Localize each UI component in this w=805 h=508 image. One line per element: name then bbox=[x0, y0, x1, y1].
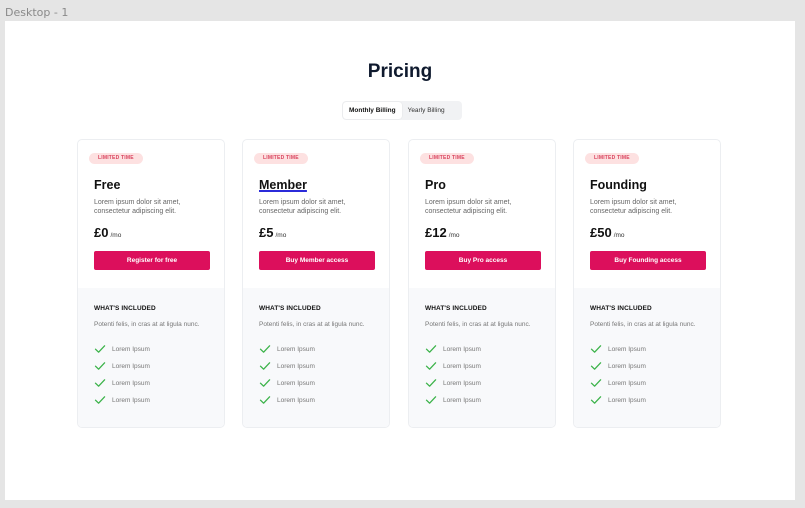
plan-description: Lorem ipsum dolor sit amet, consectetur … bbox=[259, 199, 346, 215]
plan-card-founding: LIMITED TIME Founding Lorem ipsum dolor … bbox=[573, 139, 721, 428]
billing-toggle: Monthly Billing Yearly Billing bbox=[342, 101, 462, 120]
feature-item: Lorem Ipsum bbox=[94, 343, 150, 355]
check-icon bbox=[590, 379, 602, 387]
included-title: WHAT'S INCLUDED bbox=[425, 305, 487, 312]
plan-description: Lorem ipsum dolor sit amet, consectetur … bbox=[94, 199, 181, 215]
plan-card-pro: LIMITED TIME Pro Lorem ipsum dolor sit a… bbox=[408, 139, 556, 428]
price-amount: £50 bbox=[590, 225, 612, 240]
feature-label: Lorem Ipsum bbox=[608, 396, 646, 404]
check-icon bbox=[94, 396, 106, 404]
check-icon bbox=[425, 345, 437, 353]
limited-time-badge: LIMITED TIME bbox=[89, 153, 143, 164]
plan-name: Founding bbox=[590, 178, 647, 192]
feature-label: Lorem Ipsum bbox=[443, 362, 481, 370]
included-section: WHAT'S INCLUDED Potenti felis, in cras a… bbox=[243, 288, 389, 427]
plan-name: Pro bbox=[425, 178, 446, 192]
page-title: Pricing bbox=[367, 61, 433, 82]
check-icon bbox=[259, 396, 271, 404]
feature-item: Lorem Ipsum bbox=[425, 360, 481, 372]
feature-item: Lorem Ipsum bbox=[259, 394, 315, 406]
price-amount: £5 bbox=[259, 225, 274, 240]
feature-label: Lorem Ipsum bbox=[112, 362, 150, 370]
buy-pro-access-button[interactable]: Buy Pro access bbox=[425, 251, 541, 270]
price-period: /mo bbox=[613, 232, 625, 239]
feature-label: Lorem Ipsum bbox=[443, 396, 481, 404]
feature-item: Lorem Ipsum bbox=[259, 360, 315, 372]
price-amount: £12 bbox=[425, 225, 447, 240]
included-description: Potenti felis, in cras at at ligula nunc… bbox=[94, 321, 200, 328]
feature-label: Lorem Ipsum bbox=[277, 345, 315, 353]
plan-description: Lorem ipsum dolor sit amet, consectetur … bbox=[590, 199, 677, 215]
plan-price: £0/mo bbox=[94, 224, 121, 242]
feature-label: Lorem Ipsum bbox=[608, 379, 646, 387]
plan-name: Free bbox=[94, 178, 121, 192]
included-description: Potenti felis, in cras at at ligula nunc… bbox=[590, 321, 696, 328]
check-icon bbox=[590, 362, 602, 370]
included-description: Potenti felis, in cras at at ligula nunc… bbox=[425, 321, 531, 328]
feature-item: Lorem Ipsum bbox=[590, 343, 646, 355]
check-icon bbox=[94, 345, 106, 353]
plan-name: Member bbox=[259, 178, 307, 192]
feature-item: Lorem Ipsum bbox=[94, 394, 150, 406]
buy-founding-access-button[interactable]: Buy Founding access bbox=[590, 251, 706, 270]
limited-time-badge: LIMITED TIME bbox=[420, 153, 474, 164]
feature-item: Lorem Ipsum bbox=[94, 360, 150, 372]
price-period: /mo bbox=[275, 232, 287, 239]
feature-item: Lorem Ipsum bbox=[94, 377, 150, 389]
price-amount: £0 bbox=[94, 225, 109, 240]
yearly-billing-tab[interactable]: Yearly Billing bbox=[402, 102, 451, 119]
check-icon bbox=[94, 362, 106, 370]
plan-card-member: LIMITED TIME Member Lorem ipsum dolor si… bbox=[242, 139, 390, 428]
check-icon bbox=[590, 396, 602, 404]
check-icon bbox=[259, 362, 271, 370]
included-section: WHAT'S INCLUDED Potenti felis, in cras a… bbox=[78, 288, 224, 427]
feature-item: Lorem Ipsum bbox=[590, 394, 646, 406]
included-title: WHAT'S INCLUDED bbox=[259, 305, 321, 312]
feature-label: Lorem Ipsum bbox=[112, 379, 150, 387]
feature-label: Lorem Ipsum bbox=[112, 345, 150, 353]
register-for-free-button[interactable]: Register for free bbox=[94, 251, 210, 270]
plan-card-free: LIMITED TIME Free Lorem ipsum dolor sit … bbox=[77, 139, 225, 428]
check-icon bbox=[425, 362, 437, 370]
monthly-billing-tab[interactable]: Monthly Billing bbox=[343, 102, 402, 119]
included-description: Potenti felis, in cras at at ligula nunc… bbox=[259, 321, 365, 328]
feature-item: Lorem Ipsum bbox=[425, 377, 481, 389]
feature-item: Lorem Ipsum bbox=[259, 343, 315, 355]
included-title: WHAT'S INCLUDED bbox=[94, 305, 156, 312]
included-section: WHAT'S INCLUDED Potenti felis, in cras a… bbox=[409, 288, 555, 427]
feature-label: Lorem Ipsum bbox=[277, 362, 315, 370]
limited-time-badge: LIMITED TIME bbox=[585, 153, 639, 164]
feature-label: Lorem Ipsum bbox=[608, 362, 646, 370]
buy-member-access-button[interactable]: Buy Member access bbox=[259, 251, 375, 270]
plan-price: £5/mo bbox=[259, 224, 286, 242]
feature-label: Lorem Ipsum bbox=[443, 345, 481, 353]
plan-price: £50/mo bbox=[590, 224, 625, 242]
check-icon bbox=[425, 396, 437, 404]
included-title: WHAT'S INCLUDED bbox=[590, 305, 652, 312]
included-section: WHAT'S INCLUDED Potenti felis, in cras a… bbox=[574, 288, 720, 427]
frame-label[interactable]: Desktop - 1 bbox=[5, 6, 68, 19]
plan-price: £12/mo bbox=[425, 224, 460, 242]
price-period: /mo bbox=[110, 232, 122, 239]
feature-item: Lorem Ipsum bbox=[590, 360, 646, 372]
feature-label: Lorem Ipsum bbox=[608, 345, 646, 353]
check-icon bbox=[425, 379, 437, 387]
feature-label: Lorem Ipsum bbox=[112, 396, 150, 404]
check-icon bbox=[259, 379, 271, 387]
feature-item: Lorem Ipsum bbox=[259, 377, 315, 389]
feature-item: Lorem Ipsum bbox=[425, 343, 481, 355]
feature-label: Lorem Ipsum bbox=[443, 379, 481, 387]
pricing-frame: Pricing Monthly Billing Yearly Billing L… bbox=[5, 21, 795, 500]
check-icon bbox=[590, 345, 602, 353]
feature-label: Lorem Ipsum bbox=[277, 379, 315, 387]
check-icon bbox=[259, 345, 271, 353]
feature-item: Lorem Ipsum bbox=[590, 377, 646, 389]
check-icon bbox=[94, 379, 106, 387]
feature-label: Lorem Ipsum bbox=[277, 396, 315, 404]
limited-time-badge: LIMITED TIME bbox=[254, 153, 308, 164]
price-period: /mo bbox=[448, 232, 460, 239]
plan-description: Lorem ipsum dolor sit amet, consectetur … bbox=[425, 199, 512, 215]
feature-item: Lorem Ipsum bbox=[425, 394, 481, 406]
